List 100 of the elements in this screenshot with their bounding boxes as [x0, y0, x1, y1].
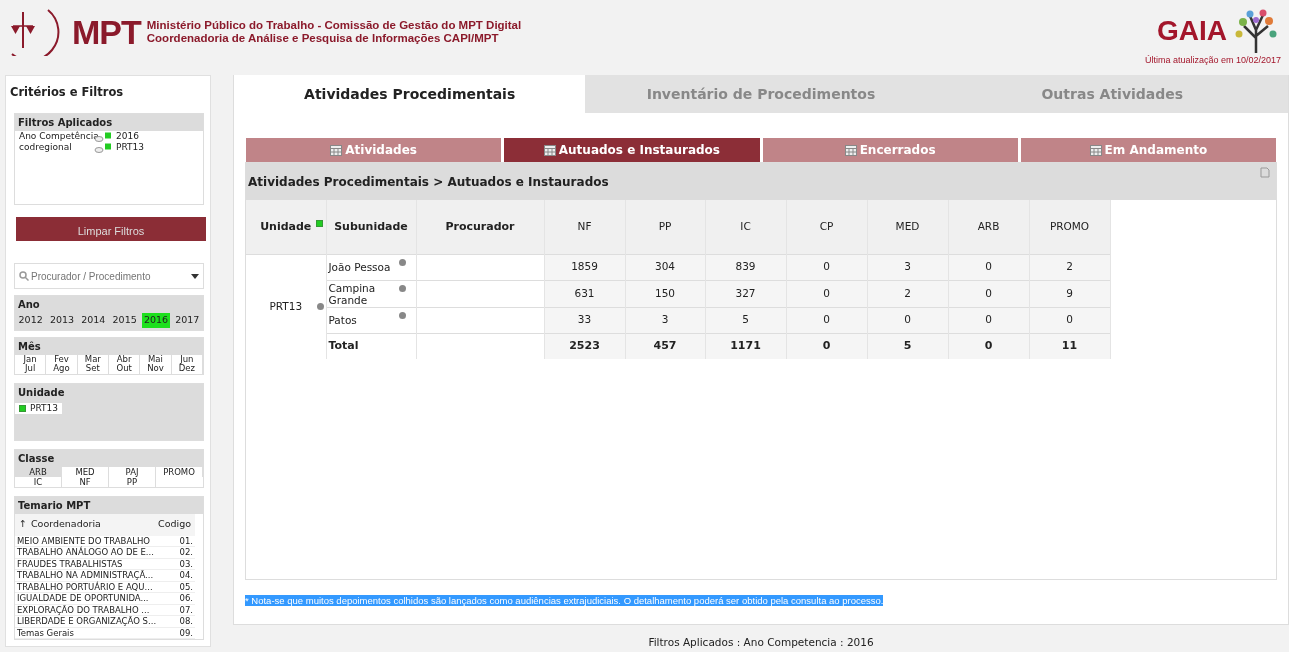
- theme-name[interactable]: FRAUDES TRABALHISTAS: [17, 558, 123, 569]
- table-icon: [543, 144, 556, 156]
- table-cell: 457: [625, 333, 705, 359]
- section-title: Temario MPT: [15, 496, 203, 514]
- month-option[interactable]: Out: [109, 364, 141, 374]
- table-cell: 0: [948, 280, 1029, 307]
- table-cell: 2523: [544, 333, 625, 359]
- caret-icon[interactable]: [191, 273, 199, 279]
- column-header[interactable]: PROMO: [1029, 200, 1110, 254]
- table-cell: 327: [705, 280, 786, 307]
- month-option[interactable]: Ago: [46, 364, 78, 374]
- year-option[interactable]: 2013: [47, 313, 77, 328]
- table-cell: 0: [948, 333, 1029, 359]
- checkbox[interactable]: [19, 404, 26, 412]
- theme-code: 02.: [179, 547, 193, 558]
- search-icon: [19, 271, 29, 282]
- table-cell: 5: [705, 307, 786, 333]
- column-header[interactable]: Coordenadoria: [30, 517, 101, 532]
- month-option[interactable]: Nov: [140, 364, 172, 374]
- table-cell: 839: [705, 254, 786, 280]
- year-option[interactable]: 2014: [79, 313, 108, 328]
- table-icon: [844, 144, 857, 156]
- column-header[interactable]: MED: [867, 200, 948, 254]
- sub-tab[interactable]: Autuados e Instaurados: [504, 138, 760, 162]
- month-option[interactable]: Abr: [109, 354, 141, 364]
- theme-code: 05.: [179, 581, 193, 592]
- table-cell: Patos: [326, 307, 416, 333]
- table-cell: 0: [786, 307, 867, 333]
- column-header[interactable]: NF: [544, 200, 625, 254]
- collapse-icon[interactable]: [316, 302, 324, 310]
- column-header[interactable]: Codigo: [158, 517, 191, 532]
- year-option[interactable]: 2012: [16, 313, 45, 328]
- theme-code: 06.: [179, 593, 193, 604]
- panel-title: Critérios e Filtros: [10, 84, 125, 101]
- table-cell: 1171: [705, 333, 786, 359]
- table-cell: 9: [1029, 280, 1110, 307]
- year-option[interactable]: 2016: [141, 313, 171, 328]
- month-option[interactable]: Fev: [46, 354, 78, 364]
- table-cell: 0: [867, 307, 948, 333]
- table-cell: 1859: [544, 254, 625, 280]
- section-title: Classe: [15, 449, 203, 467]
- tab[interactable]: Atividades Procedimentais: [234, 75, 586, 113]
- table-cell: 0: [786, 254, 867, 280]
- unit-cell[interactable]: PRT13: [246, 254, 326, 359]
- theme-code: 03.: [179, 558, 193, 569]
- month-option[interactable]: Jul: [15, 364, 47, 374]
- theme-name[interactable]: TRABALHO NA ADMINISTRAÇÃ...: [17, 570, 154, 581]
- expand-icon[interactable]: [398, 284, 406, 292]
- table-cell: 33: [544, 307, 625, 333]
- search-input[interactable]: Procurador / Procedimento: [29, 267, 191, 285]
- logo-text: MPT: [72, 15, 141, 49]
- column-header[interactable]: Unidade: [246, 200, 326, 254]
- theme-name[interactable]: TRABALHO ANÁLOGO AO DE E...: [17, 547, 154, 558]
- table-cell: 631: [544, 280, 625, 307]
- table-cell: 0: [786, 333, 867, 359]
- sort-icon[interactable]: ↑: [19, 517, 27, 532]
- section-title: Ano: [15, 296, 203, 314]
- year-option[interactable]: 2017: [173, 313, 202, 328]
- theme-name[interactable]: EXPLORAÇÃO DO TRABALHO ...: [17, 604, 150, 615]
- table-cell: 0: [948, 307, 1029, 333]
- class-option[interactable]: ARB: [15, 466, 62, 477]
- column-header[interactable]: CP: [786, 200, 867, 254]
- table-cell: 3: [625, 307, 705, 333]
- clear-filters-button[interactable]: Limpar Filtros: [16, 217, 206, 242]
- expand-icon[interactable]: [398, 311, 406, 319]
- column-header[interactable]: Procurador: [416, 200, 544, 254]
- theme-code: 01.: [179, 535, 193, 546]
- theme-name[interactable]: LIBERDADE E ORGANIZAÇÃO S...: [17, 616, 157, 627]
- footnote-text: * Nota-se que muitos depoimentos colhidos são lançados como audiências extrajudiciais. O detalhamento poderá ser obtido pela consulta ao processo.: [245, 595, 884, 606]
- column-header[interactable]: IC: [705, 200, 786, 254]
- table-cell: 11: [1029, 333, 1110, 359]
- column-header[interactable]: ARB: [948, 200, 1029, 254]
- month-option[interactable]: Dez: [171, 364, 203, 374]
- month-option[interactable]: Jun: [171, 354, 203, 364]
- table-icon: [1089, 144, 1102, 156]
- header-title: Coordenadoria de Análise e Pesquisa de Informações CAPI/MPT: [146, 32, 500, 45]
- column-header[interactable]: PP: [625, 200, 705, 254]
- month-option[interactable]: Mai: [140, 354, 172, 364]
- month-option[interactable]: Set: [77, 364, 109, 374]
- table-cell: 0: [948, 254, 1029, 280]
- theme-name[interactable]: IGUALDADE DE OPORTUNIDA...: [17, 593, 149, 604]
- month-option[interactable]: Mar: [77, 354, 109, 364]
- theme-code: 09.: [179, 627, 193, 638]
- theme-code: 08.: [179, 616, 193, 627]
- section-title: Filtros Aplicados: [15, 114, 203, 132]
- column-header[interactable]: Subunidade: [326, 200, 416, 254]
- theme-code: 07.: [179, 604, 193, 615]
- unit-option[interactable]: PRT13: [15, 402, 62, 414]
- table-cell: Total: [326, 333, 416, 359]
- applied-filters-summary: Filtros Aplicados : Ano Competencia : 2016: [648, 636, 874, 648]
- table-cell: 3: [867, 254, 948, 280]
- month-option[interactable]: Jan: [15, 354, 47, 364]
- expand-icon[interactable]: [398, 258, 406, 266]
- brand-name: GAIA: [1157, 17, 1227, 45]
- theme-name[interactable]: Temas Gerais: [17, 627, 74, 638]
- theme-name[interactable]: TRABALHO PORTUÁRIO E AQU...: [17, 581, 153, 592]
- search-field[interactable]: Procurador / Procedimento: [14, 263, 204, 290]
- theme-name[interactable]: MEIO AMBIENTE DO TRABALHO: [17, 535, 151, 546]
- year-option[interactable]: 2015: [110, 313, 139, 328]
- table-cell: 5: [867, 333, 948, 359]
